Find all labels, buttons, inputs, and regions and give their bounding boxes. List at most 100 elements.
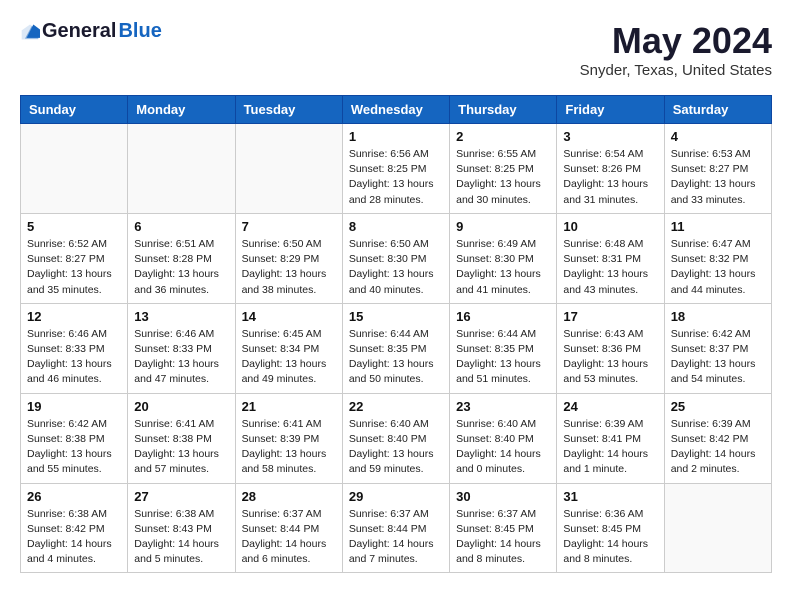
day-header-tuesday: Tuesday — [235, 96, 342, 124]
calendar-cell: 8 Sunrise: 6:50 AM Sunset: 8:30 PM Daylig… — [342, 213, 449, 303]
calendar-cell — [21, 124, 128, 214]
logo: General Blue — [20, 20, 162, 43]
day-header-friday: Friday — [557, 96, 664, 124]
calendar-header-row: SundayMondayTuesdayWednesdayThursdayFrid… — [21, 96, 772, 124]
day-number: 16 — [456, 309, 550, 324]
calendar-cell: 1 Sunrise: 6:56 AM Sunset: 8:25 PM Daylig… — [342, 124, 449, 214]
calendar-week-3: 19 Sunrise: 6:42 AM Sunset: 8:38 PM Dayli… — [21, 393, 772, 483]
day-info: Sunrise: 6:46 AM Sunset: 8:33 PM Dayligh… — [27, 327, 121, 388]
day-number: 4 — [671, 129, 765, 144]
logo-icon — [20, 22, 40, 42]
day-number: 22 — [349, 399, 443, 414]
calendar-cell — [664, 483, 771, 573]
day-number: 26 — [27, 489, 121, 504]
day-info: Sunrise: 6:53 AM Sunset: 8:27 PM Dayligh… — [671, 147, 765, 208]
calendar-week-4: 26 Sunrise: 6:38 AM Sunset: 8:42 PM Dayli… — [21, 483, 772, 573]
day-number: 20 — [134, 399, 228, 414]
day-info: Sunrise: 6:52 AM Sunset: 8:27 PM Dayligh… — [27, 237, 121, 298]
day-info: Sunrise: 6:37 AM Sunset: 8:44 PM Dayligh… — [349, 507, 443, 568]
day-info: Sunrise: 6:39 AM Sunset: 8:41 PM Dayligh… — [563, 417, 657, 478]
page-header: General Blue May 2024 Snyder, Texas, Uni… — [20, 20, 772, 79]
calendar-cell: 6 Sunrise: 6:51 AM Sunset: 8:28 PM Daylig… — [128, 213, 235, 303]
logo-blue: Blue — [118, 20, 161, 43]
calendar-cell: 5 Sunrise: 6:52 AM Sunset: 8:27 PM Daylig… — [21, 213, 128, 303]
calendar-table: SundayMondayTuesdayWednesdayThursdayFrid… — [20, 95, 772, 573]
day-number: 8 — [349, 219, 443, 234]
month-title: May 2024 — [580, 20, 772, 62]
day-number: 11 — [671, 219, 765, 234]
calendar-cell: 26 Sunrise: 6:38 AM Sunset: 8:42 PM Dayli… — [21, 483, 128, 573]
calendar-cell: 30 Sunrise: 6:37 AM Sunset: 8:45 PM Dayli… — [450, 483, 557, 573]
day-info: Sunrise: 6:41 AM Sunset: 8:39 PM Dayligh… — [242, 417, 336, 478]
day-number: 29 — [349, 489, 443, 504]
calendar-cell: 14Sunrise: 6:45 AM Sunset: 8:34 PM Dayli… — [235, 303, 342, 393]
calendar-cell: 29 Sunrise: 6:37 AM Sunset: 8:44 PM Dayli… — [342, 483, 449, 573]
calendar-cell: 3 Sunrise: 6:54 AM Sunset: 8:26 PM Daylig… — [557, 124, 664, 214]
day-number: 19 — [27, 399, 121, 414]
day-number: 9 — [456, 219, 550, 234]
day-info: Sunrise: 6:54 AM Sunset: 8:26 PM Dayligh… — [563, 147, 657, 208]
day-number: 30 — [456, 489, 550, 504]
day-info: Sunrise: 6:44 AM Sunset: 8:35 PM Dayligh… — [349, 327, 443, 388]
calendar-week-2: 12 Sunrise: 6:46 AM Sunset: 8:33 PM Dayli… — [21, 303, 772, 393]
day-number: 28 — [242, 489, 336, 504]
day-number: 27 — [134, 489, 228, 504]
day-number: 7 — [242, 219, 336, 234]
day-number: 12 — [27, 309, 121, 324]
calendar-cell: 18 Sunrise: 6:42 AM Sunset: 8:37 PM Dayli… — [664, 303, 771, 393]
calendar-cell: 15 Sunrise: 6:44 AM Sunset: 8:35 PM Dayli… — [342, 303, 449, 393]
day-info: Sunrise: 6:42 AM Sunset: 8:37 PM Dayligh… — [671, 327, 765, 388]
day-header-thursday: Thursday — [450, 96, 557, 124]
calendar-cell: 4 Sunrise: 6:53 AM Sunset: 8:27 PM Daylig… — [664, 124, 771, 214]
day-info: Sunrise: 6:42 AM Sunset: 8:38 PM Dayligh… — [27, 417, 121, 478]
calendar-cell: 21Sunrise: 6:41 AM Sunset: 8:39 PM Dayli… — [235, 393, 342, 483]
day-header-saturday: Saturday — [664, 96, 771, 124]
day-number: 15 — [349, 309, 443, 324]
calendar-cell: 28 Sunrise: 6:37 AM Sunset: 8:44 PM Dayli… — [235, 483, 342, 573]
day-info: Sunrise: 6:44 AM Sunset: 8:35 PM Dayligh… — [456, 327, 550, 388]
calendar-cell: 20 Sunrise: 6:41 AM Sunset: 8:38 PM Dayli… — [128, 393, 235, 483]
day-number: 3 — [563, 129, 657, 144]
day-number: 17 — [563, 309, 657, 324]
calendar-cell: 13 Sunrise: 6:46 AM Sunset: 8:33 PM Dayli… — [128, 303, 235, 393]
day-header-wednesday: Wednesday — [342, 96, 449, 124]
calendar-cell: 24 Sunrise: 6:39 AM Sunset: 8:41 PM Dayli… — [557, 393, 664, 483]
day-header-sunday: Sunday — [21, 96, 128, 124]
calendar-cell: 12 Sunrise: 6:46 AM Sunset: 8:33 PM Dayli… — [21, 303, 128, 393]
day-info: Sunrise: 6:48 AM Sunset: 8:31 PM Dayligh… — [563, 237, 657, 298]
day-info: Sunrise: 6:50 AM Sunset: 8:30 PM Dayligh… — [349, 237, 443, 298]
calendar-cell: 2Sunrise: 6:55 AM Sunset: 8:25 PM Daylig… — [450, 124, 557, 214]
logo-general: General — [42, 20, 116, 43]
day-info: Sunrise: 6:51 AM Sunset: 8:28 PM Dayligh… — [134, 237, 228, 298]
calendar-week-1: 5 Sunrise: 6:52 AM Sunset: 8:27 PM Daylig… — [21, 213, 772, 303]
day-info: Sunrise: 6:46 AM Sunset: 8:33 PM Dayligh… — [134, 327, 228, 388]
day-info: Sunrise: 6:47 AM Sunset: 8:32 PM Dayligh… — [671, 237, 765, 298]
day-info: Sunrise: 6:39 AM Sunset: 8:42 PM Dayligh… — [671, 417, 765, 478]
calendar-week-0: 1 Sunrise: 6:56 AM Sunset: 8:25 PM Daylig… — [21, 124, 772, 214]
day-info: Sunrise: 6:56 AM Sunset: 8:25 PM Dayligh… — [349, 147, 443, 208]
day-info: Sunrise: 6:40 AM Sunset: 8:40 PM Dayligh… — [349, 417, 443, 478]
calendar-cell: 17Sunrise: 6:43 AM Sunset: 8:36 PM Dayli… — [557, 303, 664, 393]
calendar-cell: 27Sunrise: 6:38 AM Sunset: 8:43 PM Dayli… — [128, 483, 235, 573]
day-number: 18 — [671, 309, 765, 324]
calendar-cell — [235, 124, 342, 214]
location: Snyder, Texas, United States — [580, 62, 772, 79]
day-info: Sunrise: 6:37 AM Sunset: 8:44 PM Dayligh… — [242, 507, 336, 568]
day-number: 24 — [563, 399, 657, 414]
day-info: Sunrise: 6:37 AM Sunset: 8:45 PM Dayligh… — [456, 507, 550, 568]
day-number: 6 — [134, 219, 228, 234]
day-number: 5 — [27, 219, 121, 234]
day-number: 31 — [563, 489, 657, 504]
day-number: 25 — [671, 399, 765, 414]
calendar-cell: 31 Sunrise: 6:36 AM Sunset: 8:45 PM Dayli… — [557, 483, 664, 573]
day-info: Sunrise: 6:38 AM Sunset: 8:42 PM Dayligh… — [27, 507, 121, 568]
calendar-cell: 16 Sunrise: 6:44 AM Sunset: 8:35 PM Dayli… — [450, 303, 557, 393]
day-info: Sunrise: 6:36 AM Sunset: 8:45 PM Dayligh… — [563, 507, 657, 568]
day-number: 23 — [456, 399, 550, 414]
day-header-monday: Monday — [128, 96, 235, 124]
day-info: Sunrise: 6:41 AM Sunset: 8:38 PM Dayligh… — [134, 417, 228, 478]
day-info: Sunrise: 6:45 AM Sunset: 8:34 PM Dayligh… — [242, 327, 336, 388]
calendar-cell: 10Sunrise: 6:48 AM Sunset: 8:31 PM Dayli… — [557, 213, 664, 303]
day-number: 1 — [349, 129, 443, 144]
day-number: 13 — [134, 309, 228, 324]
